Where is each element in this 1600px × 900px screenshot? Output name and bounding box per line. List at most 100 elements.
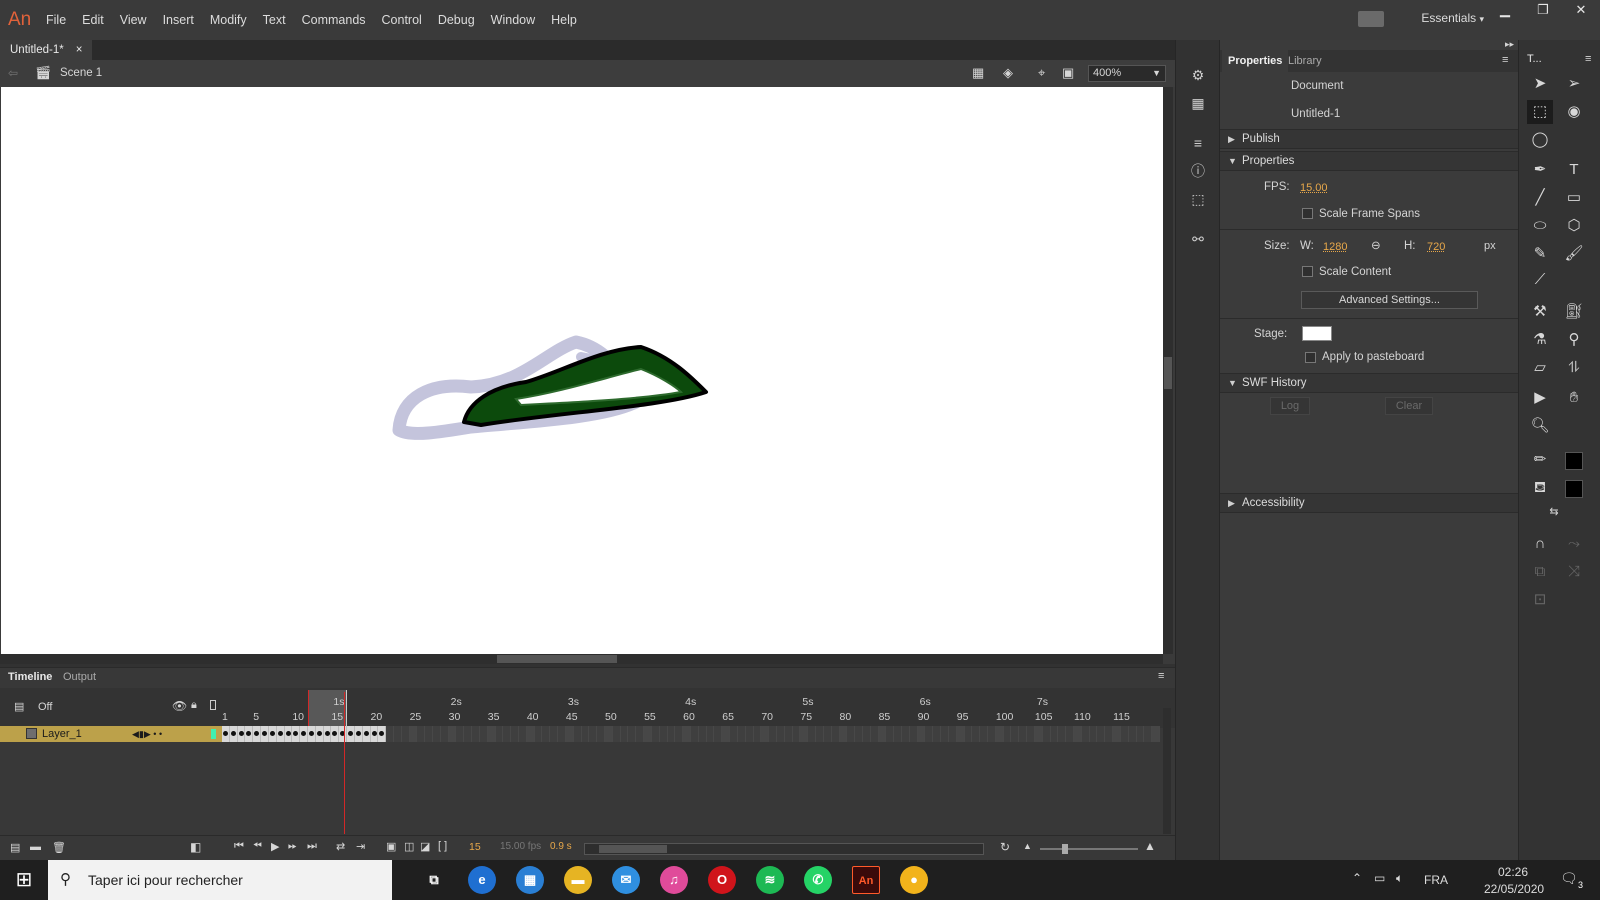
hscroll-thumb[interactable] (497, 655, 617, 663)
outline-icon[interactable] (210, 700, 216, 710)
oval-tool-icon[interactable]: ⬭ (1527, 214, 1553, 238)
grid-icon[interactable]: ▦ (1188, 94, 1208, 112)
tab-library[interactable]: Library (1282, 50, 1328, 72)
timeline-vscroll[interactable] (1163, 708, 1171, 834)
scale-content-checkbox[interactable] (1302, 266, 1313, 277)
empty-frame[interactable] (550, 726, 559, 742)
whatsapp-icon[interactable]: ✆ (804, 866, 832, 894)
layer-name-cell[interactable]: Layer_1 ◀▮▶ • • (0, 726, 222, 742)
log-button[interactable]: Log (1270, 397, 1310, 415)
keyframe[interactable] (245, 726, 254, 742)
text-tool-icon[interactable]: T (1561, 158, 1587, 182)
camera-icon[interactable]: ◧ (190, 840, 201, 854)
empty-frame[interactable] (1034, 726, 1043, 742)
brush-tool-icon[interactable]: ⟋ (1527, 268, 1553, 292)
panel-menu-icon[interactable]: ≡ (1158, 670, 1164, 682)
stroke-color-icon[interactable]: ✏ (1527, 448, 1553, 472)
center-stage-icon[interactable]: ⌖ (1038, 65, 1045, 81)
swap-colors-icon[interactable]: ⇆ (1541, 500, 1567, 524)
lasso-tool-icon[interactable]: ◯ (1527, 128, 1553, 152)
paint-bucket-tool-icon[interactable]: ⛽︎ (1561, 300, 1587, 324)
empty-frame[interactable] (1050, 726, 1059, 742)
empty-frame[interactable] (433, 726, 441, 742)
windows-start-icon[interactable]: ⊞ (0, 860, 48, 900)
new-folder-icon[interactable]: ▬ (30, 841, 41, 853)
empty-frame[interactable] (925, 726, 934, 742)
scale-frame-spans-checkbox[interactable] (1302, 208, 1313, 219)
back-arrow-icon[interactable]: ⇦ (8, 66, 18, 80)
menu-insert[interactable]: Insert (155, 0, 202, 40)
fill-color-icon[interactable]: ⛾ (1527, 476, 1553, 500)
empty-frame[interactable] (448, 726, 457, 742)
edit-multiple-button[interactable]: ◪ (420, 840, 430, 853)
empty-frame[interactable] (1113, 726, 1121, 742)
snap-magnet-icon[interactable]: ∩ (1527, 532, 1553, 556)
empty-frame[interactable] (722, 726, 731, 742)
onion-outline-button[interactable]: ◫ (404, 840, 414, 853)
empty-frame[interactable] (800, 726, 809, 742)
timeline-hscroll[interactable] (584, 843, 984, 855)
last-frame-button[interactable]: ⏭ (307, 840, 317, 853)
empty-frame[interactable] (995, 726, 1004, 742)
pencil-tool-icon[interactable]: ✎ (1527, 242, 1553, 266)
loop-playback-icon[interactable]: ↻ (1000, 840, 1010, 854)
hand-tool-icon[interactable]: ✋︎ (1561, 386, 1587, 410)
network-icon[interactable]: ▭ (1374, 871, 1385, 885)
current-frame-readout[interactable]: 15 (469, 841, 481, 853)
vscroll-thumb[interactable] (1164, 357, 1172, 389)
prev-frame-button[interactable]: ⏪︎ (253, 840, 262, 853)
animate-icon[interactable]: An (852, 866, 880, 894)
empty-frame[interactable] (972, 726, 981, 742)
tab-output[interactable]: Output (63, 671, 96, 683)
empty-frame[interactable] (933, 726, 942, 742)
width-tool-icon[interactable]: ⥮ (1561, 356, 1587, 380)
menu-help[interactable]: Help (543, 0, 585, 40)
chrome-icon[interactable]: ● (900, 866, 928, 894)
menu-file[interactable]: File (38, 0, 74, 40)
keyframe[interactable] (331, 726, 340, 742)
empty-frame[interactable] (1089, 726, 1098, 742)
stroke-color-swatch[interactable] (1565, 452, 1583, 470)
paint-brush-tool-icon[interactable]: 🖌︎ (1561, 242, 1587, 266)
subselection-tool-icon[interactable]: ➢ (1561, 72, 1587, 96)
empty-frame[interactable] (1152, 726, 1160, 742)
clear-button[interactable]: Clear (1385, 397, 1433, 415)
empty-frame[interactable] (1027, 726, 1035, 742)
bone-tool-icon[interactable]: ⚒ (1527, 300, 1553, 324)
keyframe[interactable] (292, 726, 301, 742)
empty-frame[interactable] (581, 726, 590, 742)
keyframe[interactable] (237, 726, 246, 742)
spotify-icon[interactable]: ≋ (756, 866, 784, 894)
empty-frame[interactable] (1105, 726, 1114, 742)
empty-frame[interactable] (902, 726, 910, 742)
language-indicator[interactable]: FRA (1424, 873, 1448, 887)
empty-frame[interactable] (1120, 726, 1129, 742)
empty-frame[interactable] (495, 726, 504, 742)
empty-frame[interactable] (784, 726, 793, 742)
properties-section[interactable]: ▼ Properties (1220, 151, 1518, 171)
empty-frame[interactable] (941, 726, 949, 742)
empty-frame[interactable] (605, 726, 613, 742)
empty-frame[interactable] (519, 726, 527, 742)
empty-frame[interactable] (909, 726, 918, 742)
empty-frame[interactable] (980, 726, 989, 742)
swf-history-section[interactable]: ▼ SWF History (1220, 373, 1518, 393)
itunes-icon[interactable]: ♫ (660, 866, 688, 894)
empty-frame[interactable] (792, 726, 801, 742)
empty-frame[interactable] (675, 726, 684, 742)
show-hidden-icons[interactable]: ⌃ (1352, 871, 1362, 885)
volume-icon[interactable]: 🔈︎ (1396, 871, 1403, 886)
menu-edit[interactable]: Edit (74, 0, 112, 40)
empty-frame[interactable] (1128, 726, 1137, 742)
empty-frame[interactable] (503, 726, 512, 742)
empty-frame[interactable] (730, 726, 738, 742)
keyframe[interactable] (370, 726, 379, 742)
components-icon[interactable]: ⚯ (1188, 230, 1208, 248)
empty-frame[interactable] (534, 726, 543, 742)
layer-row[interactable]: Layer_1 ◀▮▶ • • (0, 726, 1160, 742)
empty-frame[interactable] (776, 726, 785, 742)
empty-frame[interactable] (1074, 726, 1082, 742)
empty-frame[interactable] (620, 726, 629, 742)
empty-frame[interactable] (612, 726, 621, 742)
empty-frame[interactable] (393, 726, 402, 742)
